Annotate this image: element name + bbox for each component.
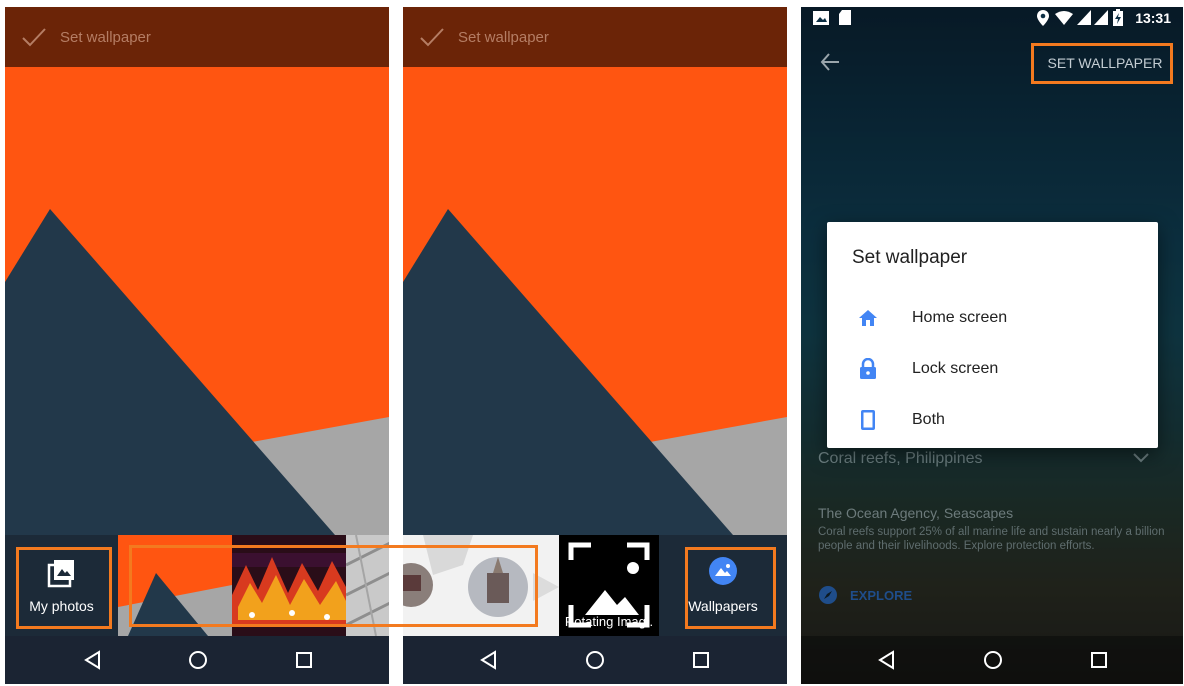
- home-icon: [859, 310, 877, 326]
- wallpaper-description: Coral reefs support 25% of all marine li…: [818, 526, 1165, 552]
- rotating-images-tile[interactable]: Rotating Imag..: [559, 535, 659, 636]
- top-app-bar: Set wallpaper: [403, 7, 787, 67]
- back-arrow-icon[interactable]: [819, 51, 841, 73]
- battery-icon: [1113, 9, 1123, 26]
- home-icon[interactable]: [981, 648, 1005, 672]
- status-time: 13:31: [1135, 10, 1171, 26]
- status-bar: 13:31: [801, 7, 1183, 31]
- set-wallpaper-title[interactable]: Set wallpaper: [458, 29, 549, 46]
- wallpaper-preview: [403, 67, 787, 535]
- sd-card-icon: [839, 10, 851, 25]
- signal-icon: [1077, 10, 1091, 25]
- wallpaper-location: Coral reefs, Philippines: [818, 450, 983, 467]
- highlight-wallpapers: [685, 547, 776, 629]
- option-label: Lock screen: [912, 360, 999, 377]
- gallery-notification-icon: [813, 11, 829, 25]
- navigation-bar: [403, 636, 787, 684]
- highlight-wallpaper-thumbnails: [129, 545, 538, 627]
- option-home-screen[interactable]: Home screen: [827, 294, 1158, 344]
- signal-icon-2: [1094, 10, 1108, 25]
- option-lock-screen[interactable]: Lock screen: [827, 345, 1158, 395]
- lock-icon: [860, 358, 876, 379]
- back-icon[interactable]: [81, 648, 105, 672]
- option-label: Home screen: [912, 309, 1008, 326]
- wifi-icon: [1055, 11, 1073, 25]
- right-screen: 13:31 SET WALLPAPER Coral reefs, Philipp…: [801, 7, 1183, 684]
- top-app-bar: Set wallpaper: [5, 7, 389, 67]
- dialog-title: Set wallpaper: [852, 247, 968, 268]
- home-icon[interactable]: [186, 648, 210, 672]
- recents-icon[interactable]: [689, 648, 713, 672]
- chevron-down-icon[interactable]: [1133, 453, 1149, 463]
- back-icon[interactable]: [875, 648, 899, 672]
- recents-icon[interactable]: [292, 648, 316, 672]
- navigation-bar: [801, 636, 1183, 684]
- option-both[interactable]: Both: [827, 396, 1158, 446]
- highlight-set-wallpaper-button: [1031, 43, 1173, 84]
- home-icon[interactable]: [583, 648, 607, 672]
- set-wallpaper-title[interactable]: Set wallpaper: [60, 29, 151, 46]
- location-icon: [1037, 10, 1049, 26]
- compass-icon: [819, 586, 837, 604]
- option-label: Both: [912, 411, 945, 428]
- rotating-images-label: Rotating Imag..: [564, 614, 654, 629]
- check-icon[interactable]: [419, 26, 445, 48]
- wallpaper-preview: [5, 67, 389, 535]
- set-wallpaper-dialog: Set wallpaper Home screen Lock screen Bo…: [827, 222, 1158, 448]
- wallpaper-attribution: The Ocean Agency, Seascapes: [818, 505, 1014, 521]
- highlight-my-photos: [16, 547, 112, 629]
- back-icon[interactable]: [477, 648, 501, 672]
- navigation-bar: [5, 636, 389, 684]
- phone-icon: [861, 410, 875, 430]
- explore-label: EXPLORE: [850, 588, 913, 603]
- check-icon[interactable]: [21, 26, 47, 48]
- recents-icon[interactable]: [1087, 648, 1111, 672]
